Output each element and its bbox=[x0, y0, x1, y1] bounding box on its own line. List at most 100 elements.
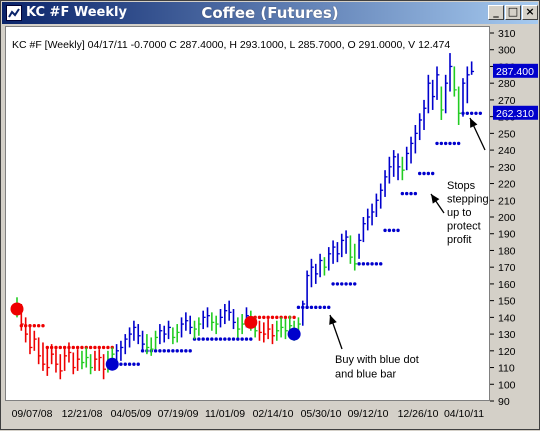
stop-dot bbox=[366, 262, 370, 266]
stops-annotation-line: Stops bbox=[447, 180, 476, 192]
stop-dot bbox=[322, 305, 327, 310]
stop-dot bbox=[214, 337, 218, 341]
stops-annotation-line: profit bbox=[447, 234, 471, 246]
x-tick-label: 09/07/08 bbox=[12, 408, 53, 420]
stop-dot bbox=[296, 305, 301, 310]
stops-annotation-line: up to bbox=[447, 207, 471, 219]
stop-dot bbox=[348, 282, 353, 286]
stop-dot bbox=[227, 337, 231, 341]
stop-dot bbox=[41, 324, 45, 328]
stops-annotation-line: stepping bbox=[447, 194, 489, 206]
stop-dot bbox=[435, 141, 439, 146]
x-tick-label: 07/19/09 bbox=[158, 408, 199, 420]
y-tick-label: 280 bbox=[498, 78, 516, 90]
signal-dot bbox=[244, 315, 258, 329]
y-tick-label: 140 bbox=[498, 312, 516, 324]
stop-dot bbox=[188, 349, 192, 353]
stop-dot bbox=[88, 345, 93, 350]
y-tick-label: 150 bbox=[498, 296, 516, 308]
stop-dot bbox=[448, 141, 452, 146]
buy-annotation-line: and blue bar bbox=[335, 369, 396, 381]
stop-dot bbox=[439, 141, 444, 146]
stop-dot bbox=[175, 349, 179, 353]
stop-dot bbox=[405, 191, 409, 196]
signal-dot bbox=[287, 327, 301, 341]
stop-dot bbox=[158, 349, 162, 353]
stop-dot bbox=[379, 262, 383, 266]
buy-arrow-head bbox=[329, 315, 337, 325]
stop-dot bbox=[80, 345, 84, 350]
stop-dot bbox=[474, 111, 478, 115]
stop-dot bbox=[97, 345, 101, 350]
stop-dot bbox=[426, 171, 431, 176]
stop-dot bbox=[417, 171, 422, 176]
x-tick-label: 04/10/11 bbox=[444, 408, 484, 420]
y-tick-label: 230 bbox=[498, 162, 516, 174]
stop-dot bbox=[162, 349, 166, 353]
stop-dot bbox=[478, 111, 483, 115]
stop-dot bbox=[32, 324, 37, 328]
stop-dot bbox=[443, 141, 448, 146]
stop-dot bbox=[469, 111, 474, 115]
y-tick-label: 310 bbox=[498, 28, 516, 40]
stop-dot bbox=[171, 349, 175, 353]
stop-dot bbox=[270, 315, 275, 320]
stop-dot bbox=[456, 141, 461, 146]
stop-dot bbox=[430, 171, 435, 176]
stops-arrow-mid-head bbox=[431, 194, 440, 204]
x-tick-label: 02/14/10 bbox=[253, 408, 294, 420]
y-tick-label: 110 bbox=[498, 363, 515, 375]
chart-window: KC #F Weekly Coffee (Futures) _ □ × 90 10… bbox=[0, 0, 540, 430]
stop-dot bbox=[327, 305, 331, 310]
stop-dot bbox=[210, 337, 214, 341]
x-tick-label: 04/05/09 bbox=[111, 408, 152, 420]
y-tick-label: 300 bbox=[498, 45, 516, 57]
y-tick-label: 170 bbox=[498, 262, 516, 274]
stop-dot bbox=[132, 362, 136, 366]
signal-dot bbox=[105, 357, 119, 371]
stop-dot bbox=[283, 315, 288, 320]
stop-dot bbox=[262, 315, 266, 320]
stop-dot bbox=[452, 141, 457, 146]
stop-dot bbox=[266, 315, 270, 320]
stop-dot bbox=[179, 349, 184, 353]
stop-dot bbox=[465, 111, 470, 115]
stop-dot bbox=[119, 362, 123, 366]
stop-dot bbox=[218, 337, 223, 341]
stop-dot bbox=[331, 282, 335, 286]
stop-dot bbox=[71, 345, 75, 350]
stop-price-badge: 262.310 bbox=[496, 108, 534, 120]
stop-dot bbox=[75, 345, 80, 350]
x-tick-label: 11/01/09 bbox=[205, 408, 245, 420]
y-tick-label: 220 bbox=[498, 179, 516, 191]
stop-dot bbox=[205, 337, 210, 341]
stop-dot bbox=[383, 228, 387, 233]
stop-dot bbox=[127, 362, 132, 366]
signal-dot bbox=[10, 302, 24, 316]
x-tick-label: 12/21/08 bbox=[62, 408, 103, 420]
stop-dot bbox=[244, 337, 249, 341]
y-tick-label: 200 bbox=[498, 212, 516, 224]
y-tick-label: 100 bbox=[498, 379, 516, 391]
y-tick-label: 160 bbox=[498, 279, 516, 291]
stop-dot bbox=[153, 349, 158, 353]
stop-dot bbox=[236, 337, 240, 341]
y-tick-label: 130 bbox=[498, 329, 516, 341]
stop-dot bbox=[249, 337, 253, 341]
stop-dot bbox=[101, 345, 106, 350]
stop-dot bbox=[374, 262, 379, 266]
stop-dot bbox=[58, 345, 62, 350]
stop-dot bbox=[123, 362, 127, 366]
stop-dot bbox=[292, 315, 296, 320]
x-tick-label: 09/12/10 bbox=[348, 408, 389, 420]
stop-dot bbox=[392, 228, 396, 233]
y-tick-label: 240 bbox=[498, 145, 516, 157]
last-price-badge: 287.400 bbox=[496, 66, 534, 78]
stop-dot bbox=[136, 362, 140, 366]
stop-dot bbox=[184, 349, 188, 353]
stop-dot bbox=[54, 345, 58, 350]
y-tick-label: 270 bbox=[498, 95, 516, 107]
stop-dot bbox=[318, 305, 322, 310]
y-tick-label: 250 bbox=[498, 128, 516, 140]
stop-dot bbox=[223, 337, 227, 341]
